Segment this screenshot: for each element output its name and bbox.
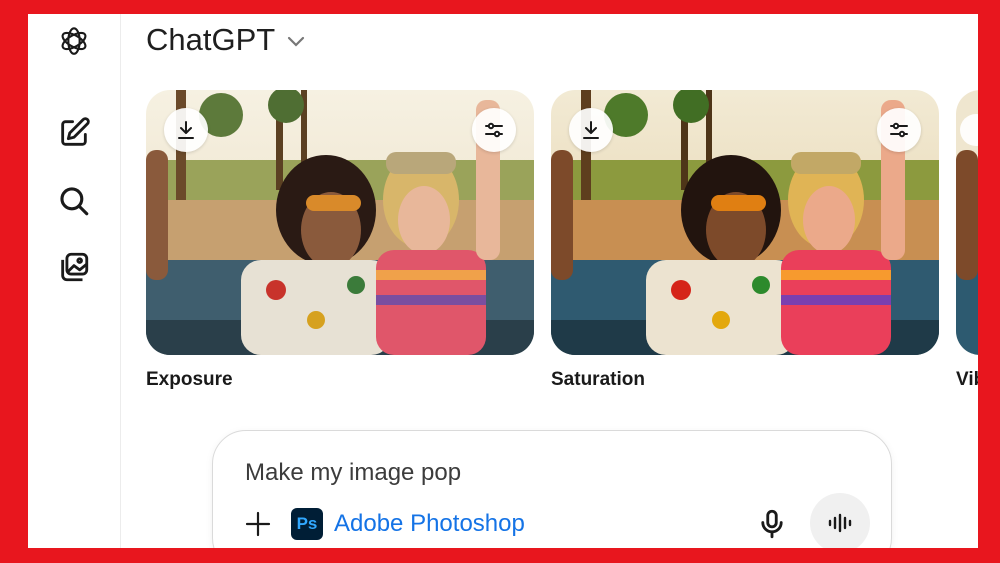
- download-icon: [583, 121, 599, 139]
- model-selector[interactable]: ChatGPT: [146, 22, 305, 58]
- variation-image[interactable]: [551, 90, 939, 355]
- variation-card-exposure[interactable]: Exposure: [146, 90, 534, 391]
- card-label: Vib: [956, 369, 978, 390]
- download-button[interactable]: [569, 108, 613, 152]
- page-title: ChatGPT: [146, 22, 276, 57]
- openai-logo-icon[interactable]: [55, 22, 93, 60]
- card-label: Exposure: [146, 369, 233, 390]
- image-gallery-icon[interactable]: [55, 248, 93, 286]
- sliders-icon: [890, 122, 908, 138]
- variation-image[interactable]: [956, 90, 978, 355]
- chevron-down-icon: [288, 36, 305, 47]
- microphone-icon[interactable]: [755, 507, 789, 541]
- variation-card-saturation[interactable]: Saturation: [551, 90, 939, 391]
- adjust-button[interactable]: [472, 108, 516, 152]
- sliders-icon: [485, 122, 503, 138]
- variation-image[interactable]: [146, 90, 534, 355]
- sidebar: [28, 14, 121, 548]
- image-variations-carousel: Exposure Saturation Vi: [146, 90, 978, 400]
- variation-card-partial[interactable]: Vib: [956, 90, 978, 391]
- card-label: Saturation: [551, 369, 645, 390]
- waveform-icon: [828, 513, 852, 533]
- voice-mode-button[interactable]: [810, 493, 870, 548]
- app-window: ChatGPT Exposure Saturation Vi Make my i…: [28, 14, 978, 548]
- download-button[interactable]: [164, 108, 208, 152]
- photo-scene: [956, 90, 978, 355]
- plus-icon[interactable]: [243, 509, 273, 539]
- prompt-input[interactable]: Make my image pop: [245, 459, 461, 487]
- search-icon[interactable]: [55, 182, 93, 220]
- compose-icon[interactable]: [55, 114, 93, 152]
- adjust-button[interactable]: [877, 108, 921, 152]
- photoshop-logo-icon: Ps: [291, 508, 323, 540]
- app-link[interactable]: Adobe Photoshop: [334, 510, 525, 538]
- chat-composer[interactable]: Make my image pop Ps Adobe Photoshop: [212, 430, 892, 548]
- download-icon: [178, 121, 194, 139]
